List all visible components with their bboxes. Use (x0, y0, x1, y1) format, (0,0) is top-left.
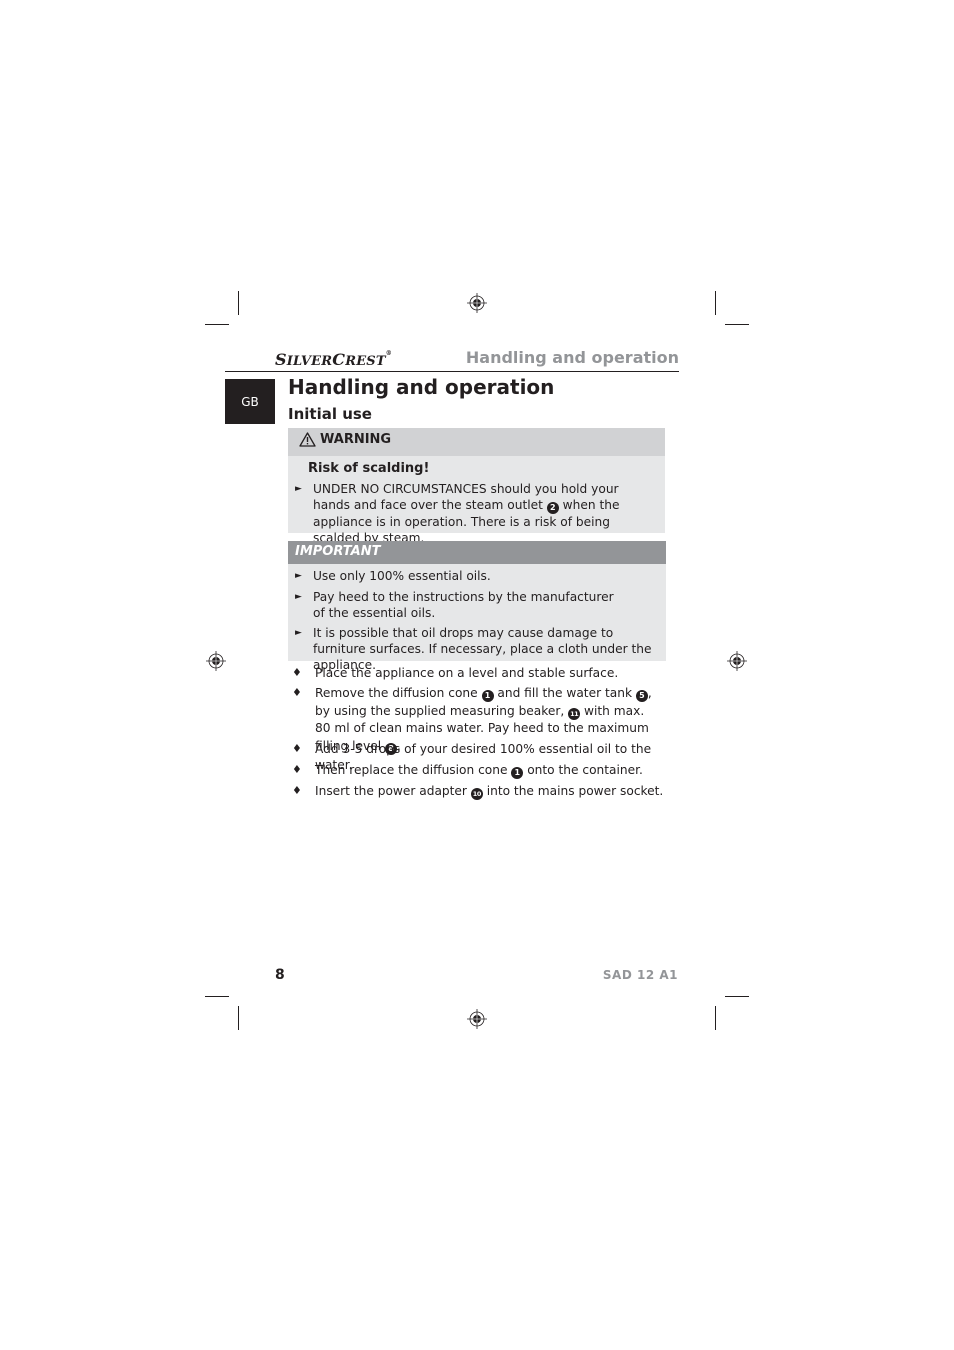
part-reference-badge: 1 (511, 767, 524, 779)
important-label: IMPORTANT (295, 544, 381, 559)
part-reference-badge: 10 (470, 788, 483, 800)
page-number: 8 (275, 967, 285, 983)
step-text: Remove the diffusion cone (315, 686, 478, 700)
part-reference-badge: 1 (481, 690, 494, 702)
brand-letter: C (332, 350, 346, 369)
registration-mark-icon (467, 1009, 487, 1029)
crop-mark (715, 291, 716, 315)
warning-triangle-icon (299, 432, 316, 447)
warning-item: UNDER NO CIRCUMSTANCES should you hold y… (313, 481, 658, 546)
diamond-bullet-icon: ♦ (292, 666, 302, 679)
crop-mark (205, 324, 229, 325)
arrow-bullet-icon: ► (295, 628, 302, 638)
crop-mark (715, 1006, 716, 1030)
header-divider (225, 371, 679, 372)
arrow-bullet-icon: ► (295, 592, 302, 602)
crop-mark (205, 996, 229, 997)
part-reference-badge: 11 (568, 707, 581, 720)
model-number: SAD 12 A1 (602, 968, 678, 982)
page-title: Handling and operation (288, 375, 555, 399)
warning-label: WARNING (320, 432, 392, 447)
registration-mark-icon (467, 293, 487, 313)
arrow-bullet-icon: ► (295, 571, 302, 581)
crop-mark (725, 324, 749, 325)
step-text: into the mains power socket. (486, 784, 664, 798)
brand-letter: S (275, 350, 287, 369)
step-item: Insert the power adapter 10 into the mai… (315, 783, 665, 800)
warning-heading: WARNING (299, 432, 391, 447)
crop-mark (725, 996, 749, 997)
brand-logo: SILVERCREST® (275, 350, 392, 369)
brand-text: ILVER (286, 354, 333, 369)
step-text: Then replace the diffusion cone (315, 763, 508, 777)
part-reference-badge: 2 (546, 502, 559, 514)
registration-mark-icon (206, 651, 226, 671)
important-item: Use only 100% essential oils. (313, 569, 491, 583)
arrow-bullet-icon: ► (295, 484, 302, 494)
important-item: Pay heed to the instructions by the manu… (313, 590, 614, 620)
crop-mark (238, 1006, 239, 1030)
language-tab-label: GB (241, 394, 259, 409)
crop-mark (238, 291, 239, 315)
part-reference-badge: 5 (635, 690, 648, 702)
step-item: Place the appliance on a level and stabl… (315, 666, 619, 680)
step-item: Then replace the diffusion cone 1 onto t… (315, 762, 665, 779)
registration-mark-icon (727, 651, 747, 671)
step-text: onto the container. (527, 763, 643, 777)
brand-text: REST (345, 354, 386, 369)
step-text: Insert the power adapter (315, 784, 467, 798)
registered-mark: ® (385, 350, 392, 357)
risk-title: Risk of scalding! (308, 461, 430, 476)
section-subtitle: Initial use (288, 405, 372, 423)
language-tab: GB (225, 379, 275, 424)
diamond-bullet-icon: ♦ (292, 784, 302, 797)
diamond-bullet-icon: ♦ (292, 686, 302, 699)
step-text: and fill the water tank (497, 686, 633, 700)
diamond-bullet-icon: ♦ (292, 763, 302, 776)
diamond-bullet-icon: ♦ (292, 742, 302, 755)
running-header-title: Handling and operation (465, 348, 679, 367)
